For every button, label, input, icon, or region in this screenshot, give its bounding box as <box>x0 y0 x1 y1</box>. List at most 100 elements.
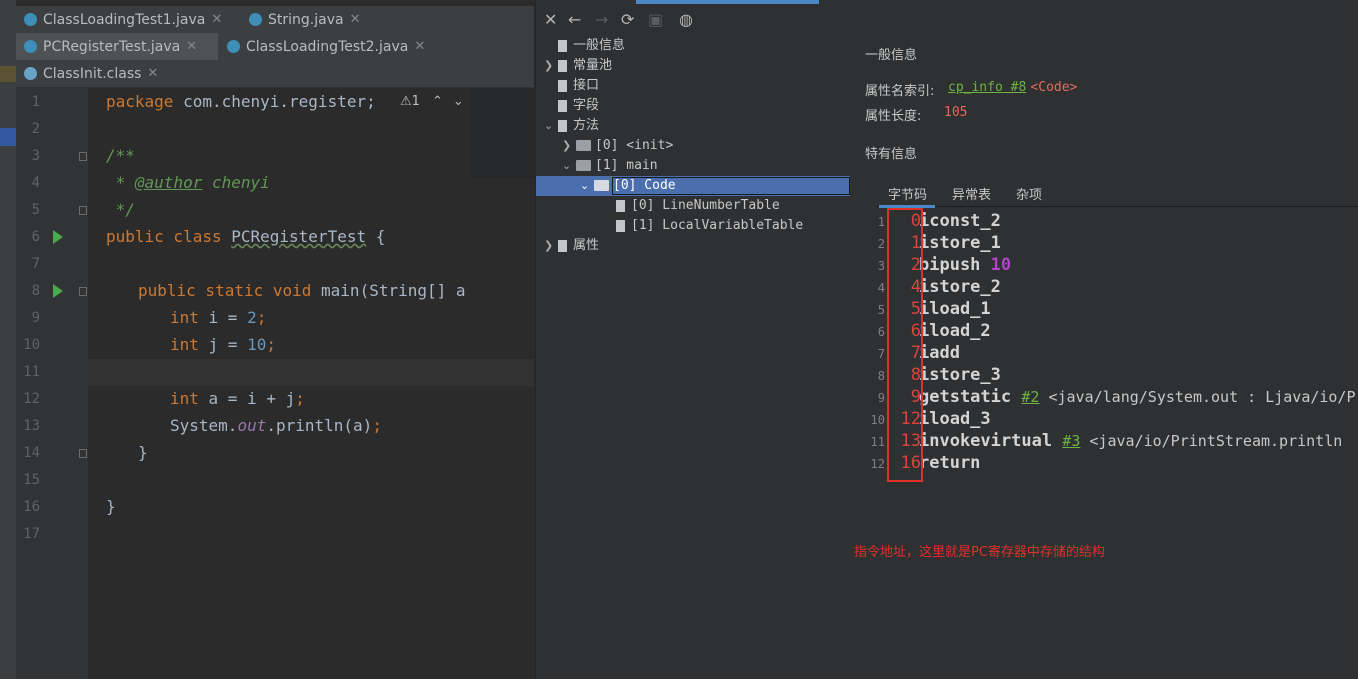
tree-label: [1] LocalVariableTable <box>631 218 804 233</box>
line-number: 6 <box>31 229 40 245</box>
tab-classloadingtest1[interactable]: ClassLoadingTest1.java ✕ <box>16 6 240 33</box>
back-icon[interactable]: ← <box>568 10 581 29</box>
tree-item-line-number-table[interactable]: [0] LineNumberTable <box>616 196 780 216</box>
tree-item-constant-pool[interactable]: ❯ 常量池 <box>544 56 612 76</box>
tree-label: 常量池 <box>573 58 613 73</box>
bytecode-instruction: istore_2 <box>919 277 1001 297</box>
tab-exception-table[interactable]: 异常表 <box>952 184 991 203</box>
fold-marker-icon[interactable] <box>79 449 87 458</box>
line-number: 7 <box>31 256 40 272</box>
semicolon: ; <box>266 335 276 354</box>
chevron-up-icon[interactable]: ⌃ <box>432 94 443 109</box>
tree-item-attributes[interactable]: ❯ 属性 <box>544 236 599 256</box>
line-number: 9 <box>31 310 40 326</box>
tree-item-method-main[interactable]: ⌄ [1] main <box>562 156 658 176</box>
chevron-down-icon[interactable]: ⌄ <box>453 94 464 109</box>
chevron-down-icon[interactable]: ⌄ <box>580 176 594 196</box>
close-tab-icon[interactable]: ✕ <box>147 66 158 81</box>
chevron-right-icon[interactable]: ❯ <box>544 56 558 76</box>
code-line-13[interactable]: System.out.println(a); <box>106 416 382 435</box>
fold-marker-icon[interactable] <box>79 152 87 161</box>
save-icon[interactable]: ▣ <box>648 10 663 29</box>
specific-info-title: 特有信息 <box>865 147 918 162</box>
code-line-1[interactable]: package com.chenyi.register; <box>106 92 376 111</box>
code-line-4[interactable]: * @author chenyi <box>106 173 270 192</box>
tab-string[interactable]: String.java ✕ <box>241 6 381 33</box>
tree-label: [0] Code <box>613 178 676 193</box>
semicolon: ; <box>295 389 305 408</box>
fold-marker-icon[interactable] <box>79 206 87 215</box>
code-line-8[interactable]: public static void main(String[] a <box>106 281 466 300</box>
browser-icon[interactable]: ◍ <box>679 10 693 29</box>
tab-label: String.java <box>268 11 344 28</box>
constant-pool-ref[interactable]: #2 <box>1021 388 1039 406</box>
editor-tab-row-1: ClassLoadingTest1.java ✕ String.java ✕ <box>16 6 534 34</box>
code-line-16[interactable]: } <box>106 497 116 516</box>
tree-label: 接口 <box>573 78 600 93</box>
current-line-highlight <box>88 359 534 386</box>
code-line-6[interactable]: public class PCRegisterTest { <box>106 227 385 246</box>
bytecode-line-number: 3 <box>877 259 885 273</box>
tree-label: 属性 <box>573 238 600 253</box>
chevron-right-icon[interactable]: ❯ <box>562 136 576 156</box>
tree-item-method-init[interactable]: ❯ [0] <init> <box>562 136 673 156</box>
close-tab-icon[interactable]: ✕ <box>350 12 361 27</box>
number-literal: 2 <box>247 308 257 327</box>
bytecode-instruction: iconst_2 <box>919 211 1001 231</box>
code-minimap[interactable] <box>471 88 534 178</box>
constant-pool-ref[interactable]: #3 <box>1062 432 1080 450</box>
close-tab-icon[interactable]: ✕ <box>211 12 222 27</box>
inspection-warning-widget[interactable]: ⚠1 ⌃ ⌄ <box>400 94 464 109</box>
line-number: 11 <box>23 364 40 380</box>
refresh-icon[interactable]: ⟳ <box>621 10 634 29</box>
bytecode-line-number: 4 <box>877 281 885 295</box>
tab-classinit[interactable]: ClassInit.class ✕ <box>16 60 188 87</box>
tab-bytecode[interactable]: 字节码 <box>888 184 927 203</box>
tree-item-interfaces[interactable]: 接口 <box>544 76 599 96</box>
tab-misc[interactable]: 杂项 <box>1016 184 1042 203</box>
code-line-3[interactable]: /** <box>106 146 135 165</box>
cp-info-link[interactable]: cp_info #8 <box>948 80 1026 95</box>
pc-annotation-note: 指令地址，这里就是PC寄存器中存储的结构 <box>854 545 1105 560</box>
viewer-toolbar: ✕ ← → ⟳ ▣ ◍ <box>536 0 1358 38</box>
run-class-icon[interactable] <box>53 230 63 244</box>
operand: 10 <box>990 255 1012 275</box>
tree-item-fields[interactable]: 字段 <box>544 96 599 116</box>
code-line-12[interactable]: int a = i + j; <box>106 389 305 408</box>
tree-item-code[interactable]: ⌄ [0] Code <box>580 176 676 196</box>
comment-star: * <box>106 173 135 192</box>
close-icon[interactable]: ✕ <box>544 10 557 29</box>
tree-item-methods[interactable]: ⌄ 方法 <box>544 116 599 136</box>
chevron-down-icon[interactable]: ⌄ <box>562 156 576 176</box>
opcode: getstatic <box>919 387 1022 407</box>
tab-classloadingtest2[interactable]: ClassLoadingTest2.java ✕ <box>219 33 459 60</box>
tab-label: ClassLoadingTest1.java <box>43 11 206 28</box>
line-number: 16 <box>23 499 40 515</box>
line-number: 10 <box>23 337 40 353</box>
chevron-right-icon[interactable]: ❯ <box>544 236 558 256</box>
close-tab-icon[interactable]: ✕ <box>414 39 425 54</box>
forward-icon[interactable]: → <box>595 10 608 29</box>
bytecode-instruction: iload_1 <box>919 299 991 319</box>
code-line-10[interactable]: int j = 10; <box>106 335 276 354</box>
line-number: 13 <box>23 418 40 434</box>
file-icon <box>616 199 625 212</box>
line-number: 5 <box>31 202 40 218</box>
subtab-divider <box>876 206 1358 207</box>
chevron-down-icon[interactable]: ⌄ <box>544 116 558 136</box>
tool-strip-marker-active <box>0 128 16 146</box>
tab-label: ClassLoadingTest2.java <box>246 38 409 55</box>
tree-item-general-info[interactable]: 一般信息 <box>544 36 625 56</box>
close-tab-icon[interactable]: ✕ <box>186 39 197 54</box>
code-line-14[interactable]: } <box>106 443 148 462</box>
code-line-9[interactable]: int i = 2; <box>106 308 266 327</box>
tree-item-local-variable-table[interactable]: [1] LocalVariableTable <box>616 216 803 236</box>
code-line-5[interactable]: */ <box>106 200 135 219</box>
editor-tab-row-3: ClassInit.class ✕ <box>16 60 534 88</box>
code-editor: ClassLoadingTest1.java ✕ String.java ✕ P… <box>16 0 534 679</box>
tab-pcregistertest[interactable]: PCRegisterTest.java ✕ <box>16 33 218 60</box>
fold-marker-icon[interactable] <box>79 287 87 296</box>
opcode: return <box>919 453 981 473</box>
run-main-icon[interactable] <box>53 284 63 298</box>
method-call: .println(a) <box>266 416 373 435</box>
